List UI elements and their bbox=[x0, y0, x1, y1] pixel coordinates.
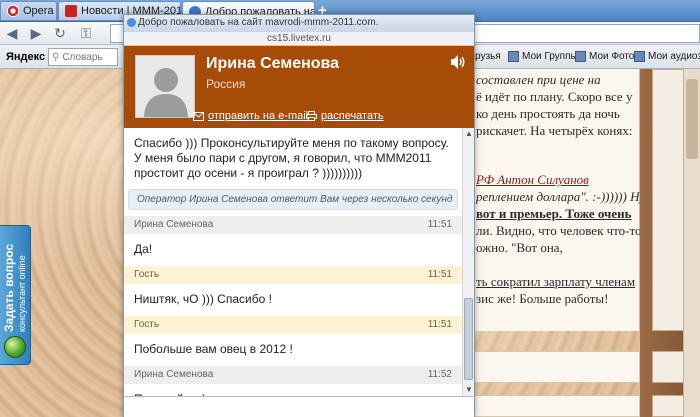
article-line[interactable]: вот и премьер. Тоже очень bbox=[460, 205, 639, 222]
message-body: Побольше вам овец в 2012 ! bbox=[134, 342, 293, 356]
chat-scrollbar[interactable]: ▲ ▼ bbox=[462, 128, 474, 396]
article-line: рискачет. На четырёх конях: bbox=[476, 123, 633, 138]
chat-messages: Спасибо ))) Проконсультируйте меня по та… bbox=[124, 128, 462, 396]
opera-menu-button[interactable]: Opera bbox=[0, 1, 57, 21]
send-email-label: отправить на e-mail bbox=[208, 110, 309, 122]
message-body: Пожалуйста! bbox=[124, 384, 462, 396]
opera-icon bbox=[7, 5, 19, 17]
bookmark-icon bbox=[575, 51, 586, 62]
bookmark-groups-label: Мои Группы bbox=[522, 51, 578, 62]
search-icon: ⚲ bbox=[52, 51, 60, 63]
chat-message-input[interactable] bbox=[124, 396, 474, 417]
print-label: распечатать bbox=[321, 110, 384, 122]
chat-window-title: Добро пожаловать на сайт mavrodi-mmm-201… bbox=[138, 17, 379, 28]
key-icon[interactable]: ⚿ bbox=[78, 25, 94, 41]
operator-status-note: Оператор Ирина Семенова ответит Вам чере… bbox=[128, 189, 458, 210]
article-line: реплением доллара". :-)))))) Ну, bbox=[476, 189, 648, 204]
article-line: ли. Видно, что человек что-то bbox=[476, 223, 642, 238]
ask-question-label: Задать вопрос bbox=[2, 243, 16, 332]
chat-scrollbar-thumb[interactable] bbox=[464, 298, 473, 380]
message-time: 11:51 bbox=[427, 269, 452, 280]
send-email-link[interactable]: отправить на e-mail bbox=[193, 110, 308, 122]
ask-question-tab[interactable]: Задать вопрос консультант online bbox=[0, 225, 31, 365]
message-body: Ништяк, чО ))) Спасибо ! bbox=[134, 292, 272, 306]
sound-icon[interactable] bbox=[449, 54, 467, 70]
article-line: ожно. "Вот она, bbox=[476, 240, 563, 255]
message-time: 11:51 bbox=[427, 319, 452, 330]
operator-name: Ирина Семенова bbox=[206, 55, 340, 72]
message-body: Да! bbox=[134, 242, 153, 256]
message-time: 11:52 bbox=[427, 369, 452, 380]
bookmark-groups[interactable]: Мои Группы bbox=[508, 51, 578, 62]
bookmark-photos[interactable]: Мои Фото bbox=[575, 51, 634, 62]
bookmark-icon bbox=[508, 51, 519, 62]
back-arrow-icon[interactable]: ◀ bbox=[4, 25, 20, 41]
article-text: составлен при цене на ё идёт по плану. С… bbox=[460, 69, 648, 331]
message-header: Ирина Семенова 11:51 bbox=[124, 216, 462, 234]
message-header: Гость 11:51 bbox=[124, 266, 462, 284]
message-author: Ирина Семенова bbox=[134, 369, 214, 380]
forward-arrow-icon[interactable]: ▶ bbox=[28, 25, 44, 41]
operator-avatar bbox=[135, 55, 195, 118]
print-link[interactable]: распечатать bbox=[306, 110, 384, 122]
article-link[interactable]: ть сократил зарплату членам bbox=[476, 274, 635, 289]
message-header: Ирина Семенова 11:52 bbox=[124, 366, 462, 384]
chat-title-bar: Добро пожаловать на сайт mavrodi-mmm-201… bbox=[124, 15, 474, 32]
avatar-placeholder-icon bbox=[144, 68, 188, 117]
page-favicon-icon bbox=[65, 5, 77, 17]
article-link[interactable]: РФ Антон Силуанов bbox=[476, 172, 589, 187]
reload-icon[interactable]: ↻ bbox=[52, 25, 68, 41]
bookmark-friends[interactable]: рузья bbox=[475, 51, 501, 62]
printer-icon bbox=[306, 111, 317, 121]
page-scrollbar-thumb[interactable] bbox=[686, 79, 698, 159]
message-time: 11:51 bbox=[427, 219, 452, 230]
scroll-down-icon[interactable]: ▼ bbox=[464, 385, 474, 395]
search-input[interactable] bbox=[62, 51, 113, 63]
message-author: Гость bbox=[134, 269, 160, 280]
search-field[interactable]: ⚲ bbox=[48, 48, 118, 66]
message-author: Ирина Семенова bbox=[134, 219, 214, 230]
article-line: составлен при цене на bbox=[476, 72, 601, 87]
yandex-logo: Яндекс bbox=[6, 51, 46, 63]
bookmark-photos-label: Мои Фото bbox=[589, 51, 635, 62]
bookmark-friends-label: рузья bbox=[475, 51, 501, 62]
article-line: ё идёт по плану. Скоро все у bbox=[476, 89, 633, 104]
bookmark-audio-label: Мои аудиоза bbox=[648, 51, 700, 62]
message-author: Гость bbox=[134, 319, 160, 330]
article-footer-box bbox=[460, 395, 640, 417]
chat-window-icon bbox=[127, 18, 136, 27]
scroll-up-icon[interactable]: ▲ bbox=[464, 129, 474, 139]
chat-url: cs15.livetex.ru bbox=[124, 32, 474, 46]
envelope-icon bbox=[193, 111, 204, 121]
globe-icon bbox=[4, 336, 26, 358]
article-line: зис же! Больше работы! bbox=[476, 291, 609, 306]
article-line: ко день простоять да ночь bbox=[476, 106, 620, 121]
article-footer-box bbox=[460, 351, 640, 383]
consultant-online-label: консультант online bbox=[17, 255, 27, 332]
opera-menu-label: Opera bbox=[23, 5, 54, 17]
chat-window: Добро пожаловать на сайт mavrodi-mmm-201… bbox=[123, 14, 475, 417]
bookmark-icon bbox=[634, 51, 645, 62]
guest-first-message: Спасибо ))) Проконсультируйте меня по та… bbox=[134, 136, 449, 180]
page-scrollbar[interactable] bbox=[683, 69, 700, 417]
chat-header: Ирина Семенова Россия отправить на e-mai… bbox=[124, 46, 474, 128]
operator-country: Россия bbox=[206, 77, 246, 91]
message-header: Гость 11:51 bbox=[124, 316, 462, 334]
bookmark-audio[interactable]: Мои аудиоза bbox=[634, 51, 700, 62]
